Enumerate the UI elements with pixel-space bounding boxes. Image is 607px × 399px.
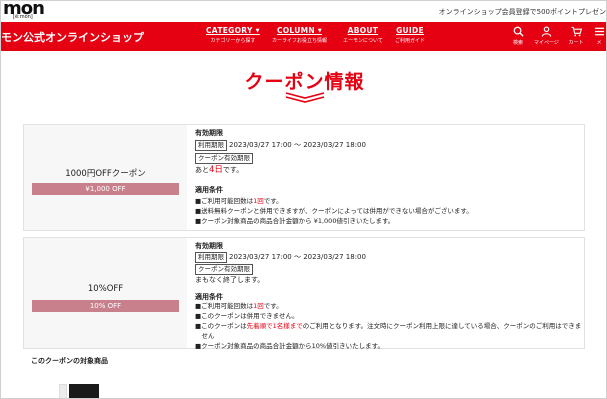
nav-category-label: CATEGORY — [206, 26, 253, 35]
product-thumbnail[interactable] — [59, 384, 67, 398]
coupon-discount-badge: ¥1,000 OFF — [32, 183, 179, 195]
coupon-summary: 10%OFF 10% OFF — [24, 238, 187, 348]
page-title: クーポン情報 — [244, 71, 365, 93]
remaining-days: あと4日です。 — [195, 165, 244, 175]
top-bar: mon [ë:mon] オンラインショップ会員登録で500ポイントプレゼン — [1, 1, 606, 22]
main-navbar: モン公式オンラインショップ CATEGORY ▼ カテゴリーから探す COLUM… — [1, 22, 606, 51]
coupon-period: 2023/03/27 17:00 ～ 2023/03/27 18:00 — [229, 253, 366, 261]
nav-about[interactable]: ABOUT エーモンについて — [343, 26, 383, 44]
period-tag: 利用期限 — [195, 252, 227, 263]
nav-column[interactable]: COLUMN ▼ カーライフお役立ち情報 — [272, 26, 327, 44]
menu-icon — [594, 27, 604, 36]
coupon-discount-badge: 10% OFF — [32, 300, 179, 312]
condition-item: ■このクーポンは併用できません。 — [195, 312, 299, 320]
conditions-heading: 適用条件 — [195, 293, 223, 301]
validity-heading: 有効期限 — [195, 129, 223, 137]
search-button[interactable]: 検索 — [506, 26, 530, 46]
cart-icon — [570, 26, 582, 37]
validity-heading: 有効期限 — [195, 242, 223, 250]
condition-item: せん — [195, 332, 215, 340]
coupon-name: 1000円OFFクーポン — [65, 169, 146, 179]
nav-category[interactable]: CATEGORY ▼ カテゴリーから探す — [206, 26, 260, 44]
remaining-days-value: 4日 — [209, 165, 223, 175]
coupon-card: 1000円OFFクーポン ¥1,000 OFF 有効期限 利用期限 2023/03… — [23, 124, 585, 231]
nav-guide-sub: ご利用ガイド — [395, 38, 426, 44]
condition-item: ■送料無料クーポンと併用できますが、クーポンによっては併用ができない場合がござい… — [195, 207, 473, 215]
target-products-heading: このクーポンの対象商品 — [31, 357, 108, 365]
logo[interactable]: mon [ë:mon] — [3, 1, 55, 21]
site-title[interactable]: モン公式オンラインショップ — [1, 29, 144, 45]
coupon-summary: 1000円OFFクーポン ¥1,000 OFF — [24, 125, 187, 230]
user-icon — [541, 26, 551, 37]
nav-column-sub: カーライフお役立ち情報 — [272, 38, 328, 44]
browser-viewport: mon [ë:mon] オンラインショップ会員登録で500ポイントプレゼン モン… — [0, 0, 607, 399]
nav-guide[interactable]: GUIDE ご利用ガイド — [395, 26, 425, 44]
condition-item: ■ご利用可能回数は1回です。 — [195, 302, 283, 310]
conditions-heading: 適用条件 — [195, 186, 223, 194]
mypage-button[interactable]: マイページ — [534, 26, 559, 46]
period-tag: 利用期限 — [195, 140, 227, 151]
mypage-label: マイページ — [534, 40, 559, 46]
search-icon — [513, 26, 524, 37]
chevron-down-icon: ▼ — [317, 28, 323, 34]
chevron-down-icon: ▼ — [255, 28, 260, 34]
condition-item: ■ご利用可能回数は1回です。 — [195, 197, 283, 205]
nav-category-sub: カテゴリーから探す — [210, 38, 256, 44]
validity-tag: クーポン有効期限 — [195, 264, 253, 275]
validity-tag: クーポン有効期限 — [195, 153, 253, 164]
coupon-card: 10%OFF 10% OFF 有効期限 利用期限 2023/03/27 17:00… — [23, 237, 585, 350]
coupon-name: 10%OFF — [87, 284, 124, 294]
nav-about-label: ABOUT — [347, 26, 379, 35]
nav-guide-label: GUIDE — [396, 26, 424, 35]
condition-item: ■クーポン対象商品の商品合計金額から10%値引きいたします。 — [195, 342, 384, 350]
condition-item: ■クーポン対象商品の商品合計金額から ¥1,000値引きいたします。 — [195, 217, 395, 225]
cart-label: カート — [568, 40, 584, 46]
nav-column-label: COLUMN — [276, 26, 315, 35]
remaining-text: まもなく終了します。 — [195, 276, 265, 284]
condition-item: ■このクーポンは先着順で1名様までのご利用となります。注文時にクーポン利用上限に… — [195, 322, 582, 330]
nav-about-sub: エーモンについて — [343, 38, 383, 44]
logo-subtext: [ë:mon] — [13, 14, 33, 20]
product-thumbnail[interactable] — [69, 384, 99, 398]
search-label: 検索 — [512, 40, 523, 46]
cart-button[interactable]: カート — [564, 26, 588, 46]
coupon-period: 2023/03/27 17:00 ～ 2023/03/27 18:00 — [229, 141, 366, 149]
member-notice[interactable]: オンラインショップ会員登録で500ポイントプレゼン — [439, 7, 606, 17]
title-chevron-icon — [285, 92, 325, 103]
menu-label: メ — [596, 40, 602, 46]
menu-button[interactable]: メ — [590, 26, 606, 46]
